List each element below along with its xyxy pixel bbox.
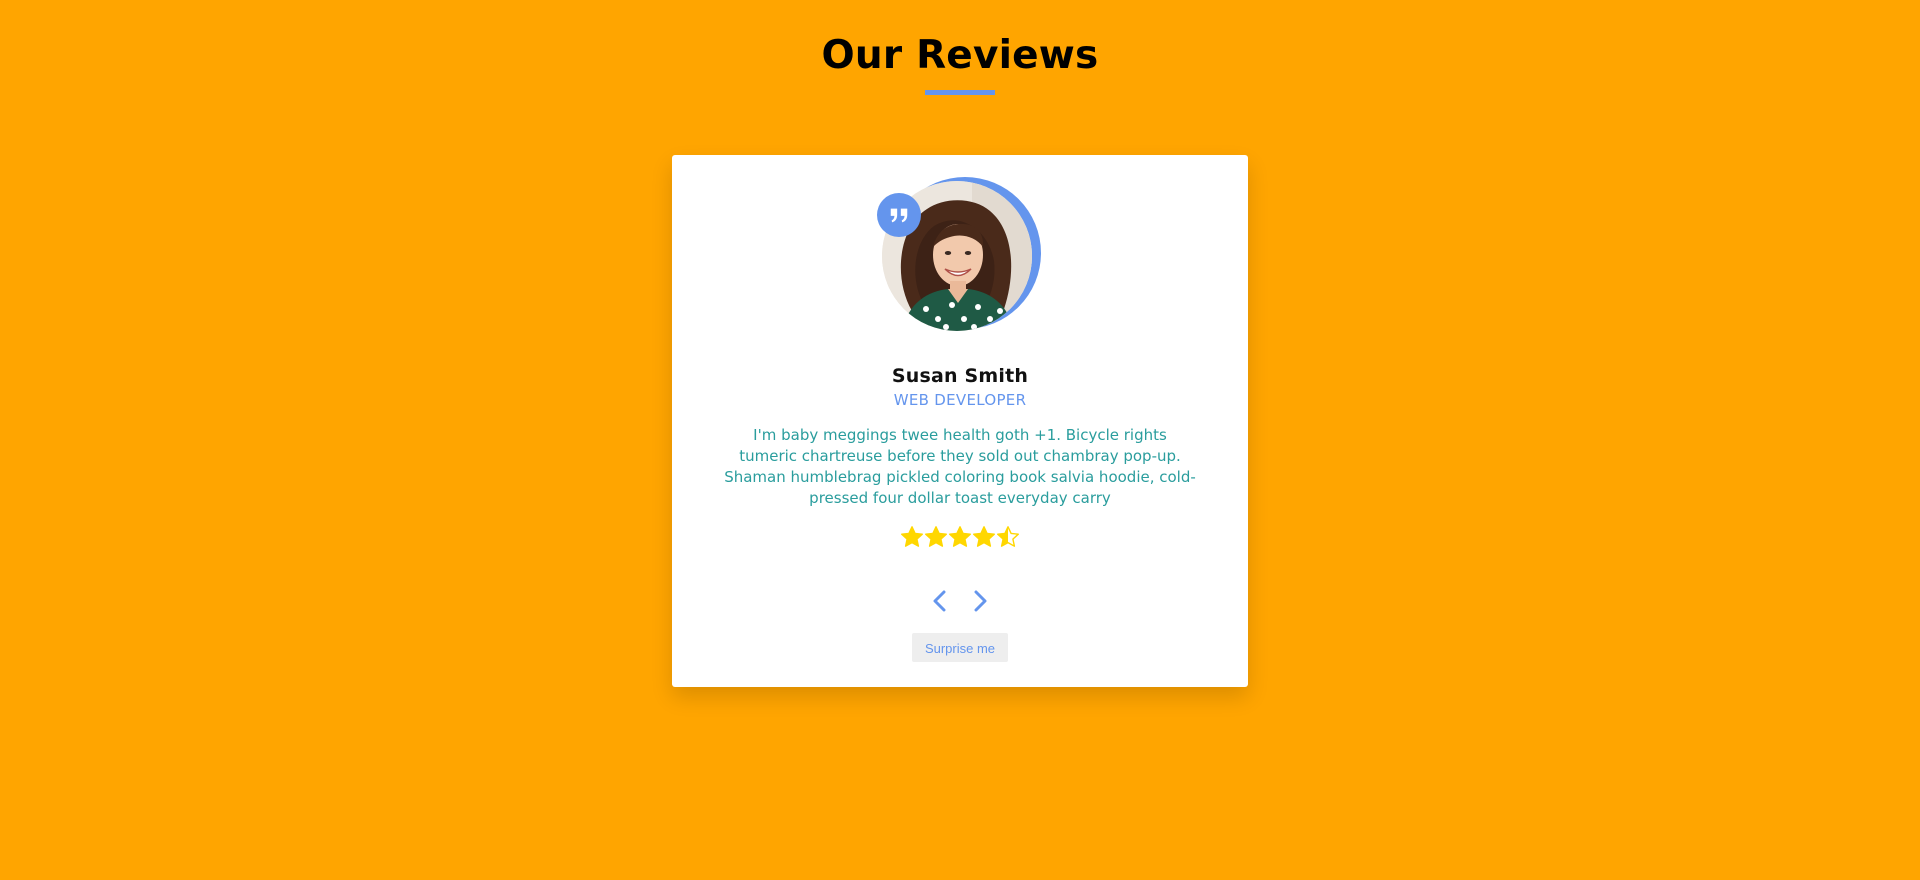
star-icon-full	[949, 526, 971, 547]
chevron-left-icon	[933, 590, 946, 612]
star-rating	[672, 525, 1248, 549]
reviewer-job: WEB DEVELOPER	[893, 391, 1027, 409]
star-icon-full	[901, 526, 923, 547]
prev-button[interactable]	[929, 588, 951, 614]
star-icon-half	[997, 526, 1019, 547]
review-card: Susan Smith WEB DEVELOPER I'm baby meggi…	[672, 155, 1248, 687]
star-icon-full	[973, 526, 995, 547]
quote-icon	[877, 193, 921, 237]
page-title: Our Reviews	[821, 33, 1099, 78]
review-navigation	[672, 588, 1248, 614]
chevron-right-icon	[974, 590, 987, 612]
surprise-me-button[interactable]: Surprise me	[912, 633, 1008, 662]
reviewer-name: Susan Smith	[891, 365, 1029, 387]
title-underline	[925, 90, 995, 95]
star-icon-full	[925, 526, 947, 547]
next-button[interactable]	[969, 588, 991, 614]
review-text: I'm baby meggings twee health goth +1. B…	[724, 426, 1196, 507]
title-section: Our Reviews	[0, 28, 1920, 95]
reviews-page: Our Reviews Susan Smith WEB DEVELOPER I'…	[0, 0, 1920, 880]
avatar-container	[877, 177, 1051, 351]
